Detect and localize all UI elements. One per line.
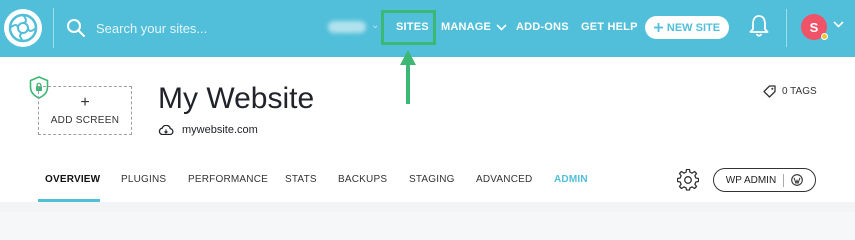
gear-icon[interactable]	[677, 169, 699, 191]
nav-manage-label: MANAGE	[441, 21, 492, 33]
cloud-icon	[158, 125, 174, 135]
button-divider	[783, 173, 785, 187]
bell-icon[interactable]	[748, 14, 770, 38]
flywheel-logo-icon[interactable]	[4, 9, 42, 47]
chevron-down-icon[interactable]	[833, 21, 844, 28]
status-dot	[821, 33, 828, 40]
page-title: My Website	[158, 82, 315, 115]
wp-admin-button[interactable]: WP ADMIN	[713, 168, 816, 192]
tags-button[interactable]: 0 TAGS	[763, 85, 817, 98]
new-site-label: NEW SITE	[666, 21, 721, 34]
content-divider	[0, 202, 855, 212]
blurred-site-name[interactable]	[328, 21, 366, 33]
new-site-button[interactable]: NEW SITE	[645, 16, 729, 39]
site-url-link[interactable]: mywebsite.com	[158, 124, 258, 136]
search-input[interactable]	[96, 16, 316, 40]
tab-backups[interactable]: BACKUPS	[338, 174, 387, 185]
add-screen-label: ADD SCREEN	[50, 114, 120, 126]
nav-addons[interactable]: ADD-ONS	[516, 21, 569, 33]
chevron-down-icon: ⌄	[371, 20, 380, 31]
top-nav-bar: ⌄ SITES MANAGE ADD-ONS GET HELP NEW SITE…	[0, 0, 855, 57]
tab-admin[interactable]: ADMIN	[554, 174, 588, 185]
tab-performance[interactable]: PERFORMANCE	[188, 174, 268, 185]
nav-manage[interactable]: MANAGE	[441, 21, 507, 33]
sites-highlight-box	[381, 10, 436, 45]
tab-overview[interactable]: OVERVIEW	[45, 174, 100, 185]
avatar-initial: S	[809, 19, 819, 35]
tab-advanced[interactable]: ADVANCED	[476, 174, 532, 185]
site-url: mywebsite.com	[182, 124, 258, 136]
add-screen-button[interactable]: + ADD SCREEN	[38, 86, 132, 135]
plus-icon: +	[80, 93, 90, 111]
chevron-down-icon	[496, 23, 507, 31]
arrow-up-icon	[400, 50, 416, 104]
nav-divider	[786, 9, 787, 47]
nav-get-help[interactable]: GET HELP	[581, 21, 638, 33]
wordpress-icon	[791, 174, 804, 186]
tab-plugins[interactable]: PLUGINS	[121, 174, 166, 185]
tags-count: 0 TAGS	[782, 86, 817, 97]
tab-stats[interactable]: STATS	[285, 174, 317, 185]
tab-staging[interactable]: STAGING	[409, 174, 455, 185]
tag-icon	[763, 85, 776, 98]
wp-admin-label: WP ADMIN	[725, 174, 777, 186]
nav-divider	[53, 8, 54, 48]
search-icon[interactable]	[66, 18, 86, 38]
plus-icon	[653, 23, 663, 32]
